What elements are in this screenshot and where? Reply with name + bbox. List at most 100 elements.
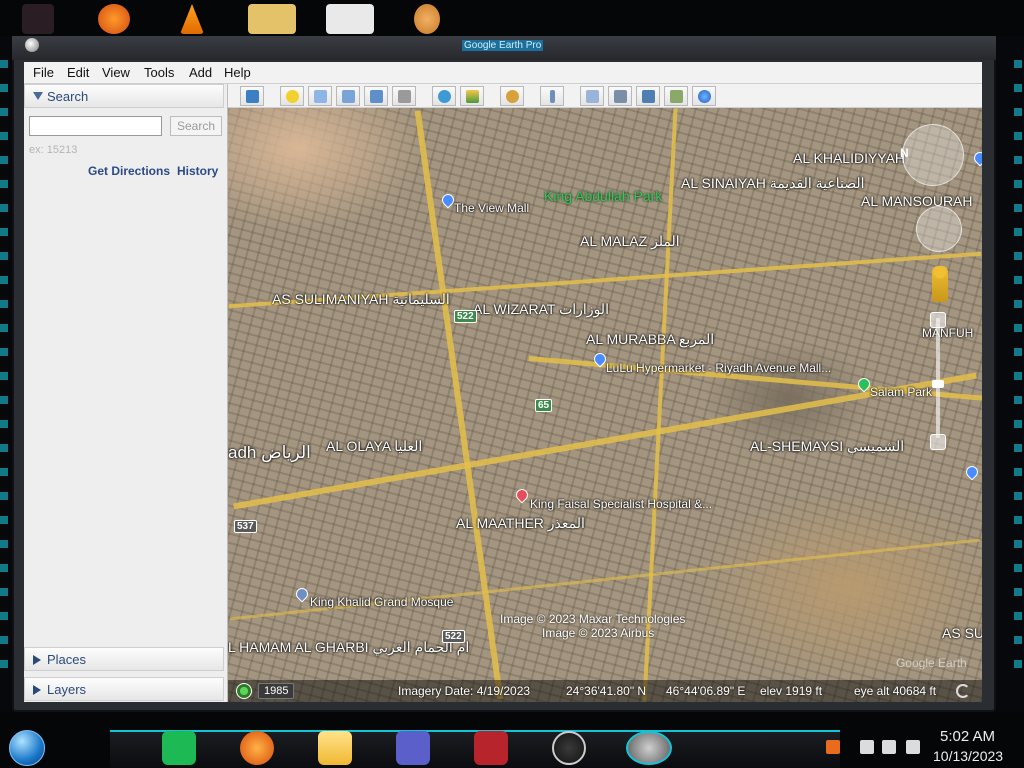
- zoom-in-button[interactable]: [930, 312, 946, 328]
- north-indicator[interactable]: N: [900, 146, 909, 160]
- tray-network-icon[interactable]: [882, 740, 896, 754]
- historical-imagery-button[interactable]: [432, 86, 456, 106]
- toolbar: [228, 84, 982, 108]
- vlc-shortcut-icon[interactable]: [180, 4, 204, 34]
- map-view[interactable]: AL KHALIDIYYAH AL SINAIYAH الصناعية القد…: [228, 108, 982, 702]
- firefox-shortcut-icon[interactable]: [98, 4, 130, 34]
- save-image-button[interactable]: [636, 86, 660, 106]
- email-button[interactable]: [580, 86, 604, 106]
- district-label: AL SINAIYAH الصناعية القديمة: [681, 175, 865, 191]
- sun-icon: [466, 90, 479, 103]
- add-polygon-button[interactable]: [308, 86, 332, 106]
- district-label: AL WIZARAT الوزارات: [473, 301, 609, 317]
- menu-add[interactable]: Add: [189, 65, 212, 80]
- frame-decoration: [1014, 60, 1022, 670]
- view-in-maps-button[interactable]: [664, 86, 688, 106]
- clock-time[interactable]: 5:02 AM: [940, 728, 995, 745]
- menu-tools[interactable]: Tools: [144, 65, 174, 80]
- frame-decoration: [0, 60, 8, 670]
- firefox-icon[interactable]: [240, 731, 274, 765]
- earth-icon: [698, 90, 711, 103]
- planets-button[interactable]: [500, 86, 524, 106]
- search-input[interactable]: [29, 116, 162, 136]
- layers-panel-header[interactable]: Layers: [24, 677, 224, 701]
- earth-view-button[interactable]: [692, 86, 716, 106]
- zoom-slider-thumb[interactable]: [932, 380, 944, 388]
- mosque-pin-icon[interactable]: [293, 585, 311, 603]
- get-directions-link[interactable]: Get Directions: [88, 164, 170, 178]
- record-tour-button[interactable]: [392, 86, 416, 106]
- desktop-app-icon[interactable]: [474, 731, 508, 765]
- historical-imagery-clock-icon[interactable]: [236, 683, 252, 699]
- district-label: AL MANSOURAH: [861, 193, 973, 209]
- tray-flag-icon[interactable]: [860, 740, 874, 754]
- ruler-button[interactable]: [540, 86, 564, 106]
- placemark-icon: [286, 90, 299, 103]
- elevation-readout: elev 1919 ft: [760, 684, 823, 698]
- places-header-label: Places: [47, 652, 87, 667]
- add-image-overlay-button[interactable]: [364, 86, 388, 106]
- app-shortcut-icon[interactable]: [248, 4, 296, 34]
- menu-edit[interactable]: Edit: [67, 65, 89, 80]
- start-orb-icon[interactable]: [9, 730, 45, 766]
- polygon-icon: [314, 90, 327, 103]
- menu-view[interactable]: View: [102, 65, 130, 80]
- add-placemark-button[interactable]: [280, 86, 304, 106]
- obs-icon[interactable]: [552, 731, 586, 765]
- poi-pin-icon[interactable]: [963, 463, 981, 481]
- spotify-icon[interactable]: [162, 731, 196, 765]
- historical-imagery-icon: [438, 90, 451, 103]
- hospital-pin-icon[interactable]: [513, 486, 531, 504]
- credit-card-app-icon[interactable]: [396, 731, 430, 765]
- pegman-icon[interactable]: [932, 266, 948, 302]
- window-title: Google Earth Pro: [462, 40, 544, 51]
- poi-label[interactable]: The View Mall: [454, 201, 529, 215]
- longitude-readout: 46°44'06.89" E: [666, 684, 746, 698]
- menu-help[interactable]: Help: [224, 65, 251, 80]
- route-badge: 65: [535, 399, 553, 412]
- poi-label[interactable]: Salam Park: [870, 385, 932, 399]
- menu-file[interactable]: File: [33, 65, 54, 80]
- district-label: MANFUH: [922, 326, 974, 340]
- poi-pin-icon[interactable]: [971, 149, 982, 167]
- google-earth-watermark: Google Earth: [896, 656, 967, 670]
- district-label: AL MURABBA المربع: [586, 331, 715, 347]
- expand-triangle-icon: [33, 655, 41, 665]
- expand-triangle-icon: [33, 685, 41, 695]
- zoom-out-button[interactable]: [930, 434, 946, 450]
- poi-label[interactable]: King Khalid Grand Mosque: [310, 595, 453, 609]
- district-label: AS SULIMANIYAH السليمانية: [272, 291, 450, 307]
- route-badge: 522: [454, 310, 477, 323]
- add-path-button[interactable]: [336, 86, 360, 106]
- route-badge: 537: [234, 520, 257, 533]
- print-button[interactable]: [608, 86, 632, 106]
- search-button[interactable]: Search: [170, 116, 222, 136]
- tray-volume-icon[interactable]: [906, 740, 920, 754]
- file-explorer-icon[interactable]: [318, 731, 352, 765]
- park-label[interactable]: King Abdullah Park: [544, 188, 662, 204]
- google-earth-pro-icon[interactable]: [626, 731, 672, 765]
- route-badge: 522: [442, 630, 465, 643]
- move-control[interactable]: [916, 206, 962, 252]
- sunlight-button[interactable]: [460, 86, 484, 106]
- imagery-year-badge[interactable]: 1985: [258, 683, 295, 699]
- search-panel-header[interactable]: Search: [24, 84, 224, 108]
- places-panel-header[interactable]: Places: [24, 647, 224, 671]
- look-around-control[interactable]: [902, 124, 964, 186]
- taskbar: 5:02 AM 10/13/2023: [0, 712, 1024, 768]
- desktop-shortcut-icon[interactable]: [22, 4, 54, 34]
- clock-date[interactable]: 10/13/2023: [933, 748, 1003, 764]
- imagery-date: Imagery Date: 4/19/2023: [398, 684, 531, 698]
- zoom-slider[interactable]: [936, 318, 940, 438]
- window-shortcut-icon[interactable]: [326, 4, 374, 34]
- user-shortcut-icon[interactable]: [414, 4, 440, 34]
- poi-label[interactable]: King Faisal Specialist Hospital &...: [530, 497, 712, 511]
- poi-label[interactable]: LuLu Hypermarket - Riyadh Avenue Mall...: [606, 361, 831, 375]
- view-in-maps-icon: [670, 90, 683, 103]
- tray-app-icon[interactable]: [826, 740, 840, 754]
- history-link[interactable]: History: [177, 164, 218, 178]
- email-icon: [586, 90, 599, 103]
- sidebar-panel: Search Search ex: 15213 Get Directions H…: [24, 84, 228, 702]
- district-label: AL KHALIDIYYAH: [793, 150, 906, 166]
- sidebar-toggle-button[interactable]: [240, 86, 264, 106]
